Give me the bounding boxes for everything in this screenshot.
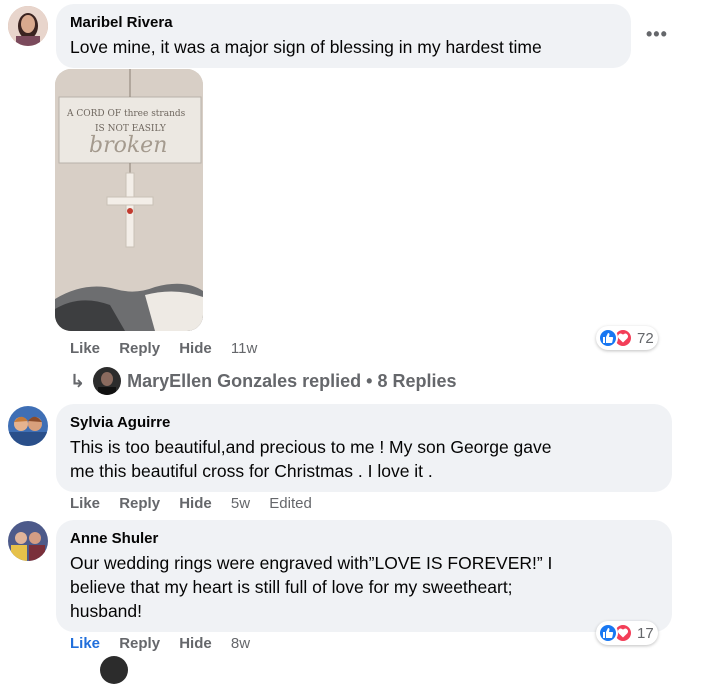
- comment-actions: Like Reply Hide 8w: [70, 635, 265, 652]
- avatar-photo: [8, 6, 48, 46]
- comment-text-line1: Our wedding rings were engraved with”LOV…: [70, 553, 553, 573]
- avatar: [100, 656, 128, 684]
- replier-avatar: [93, 367, 122, 395]
- sign-text-line1: A CORD OF three strands: [67, 109, 186, 119]
- comment-text-line2: believe that my heart is still full of l…: [70, 577, 513, 597]
- comment-author[interactable]: Maribel Rivera: [70, 14, 173, 31]
- reply-button[interactable]: Reply: [119, 340, 160, 357]
- comment-photo[interactable]: A CORD OF three strands IS NOT EASILY br…: [55, 69, 203, 331]
- comment-actions: Like Reply Hide 11w: [70, 340, 272, 357]
- reaction-summary[interactable]: 17: [596, 621, 658, 645]
- comment-author[interactable]: Anne Shuler: [70, 530, 158, 547]
- comment-text-line1: This is too beautiful,and precious to me…: [70, 437, 552, 457]
- like-icon: [598, 328, 618, 348]
- comment-timestamp[interactable]: 8w: [231, 635, 250, 652]
- like-button[interactable]: Like: [70, 635, 100, 652]
- comment-timestamp[interactable]: 11w: [231, 340, 257, 357]
- reaction-summary[interactable]: 72: [596, 326, 658, 350]
- avatar-photo: [8, 406, 48, 446]
- edited-label: Edited: [269, 495, 312, 512]
- hide-button[interactable]: Hide: [179, 340, 212, 357]
- hide-button[interactable]: Hide: [179, 635, 212, 652]
- reply-arrow-icon: ↳: [70, 370, 86, 391]
- hide-button[interactable]: Hide: [179, 495, 212, 512]
- view-replies-link[interactable]: ↳ MaryEllen Gonzales replied • 8 Replies: [70, 367, 457, 395]
- replier-name: MaryEllen Gonzales: [127, 370, 298, 391]
- like-button[interactable]: Like: [70, 495, 100, 512]
- reaction-count: 72: [637, 329, 654, 347]
- like-icon: [598, 623, 618, 643]
- comment-author[interactable]: Sylvia Aguirre: [70, 414, 170, 431]
- comment-actions: Like Reply Hide 5w Edited: [70, 495, 327, 512]
- comment-text: Love mine, it was a major sign of blessi…: [70, 37, 542, 57]
- avatar[interactable]: [8, 6, 48, 46]
- avatar[interactable]: [8, 521, 48, 561]
- like-button[interactable]: Like: [70, 340, 100, 357]
- replies-count: replied • 8 Replies: [302, 370, 457, 391]
- sign-text-line3: broken: [89, 133, 168, 158]
- reply-button[interactable]: Reply: [119, 495, 160, 512]
- avatar[interactable]: [8, 406, 48, 446]
- comment-text-line2: me this beautiful cross for Christmas . …: [70, 461, 433, 481]
- comment-text-line3: husband!: [70, 601, 143, 621]
- more-options-icon[interactable]: •••: [646, 24, 668, 45]
- avatar-photo: [8, 521, 48, 561]
- reply-button[interactable]: Reply: [119, 635, 160, 652]
- reaction-count: 17: [637, 624, 654, 642]
- comment-timestamp[interactable]: 5w: [231, 495, 250, 512]
